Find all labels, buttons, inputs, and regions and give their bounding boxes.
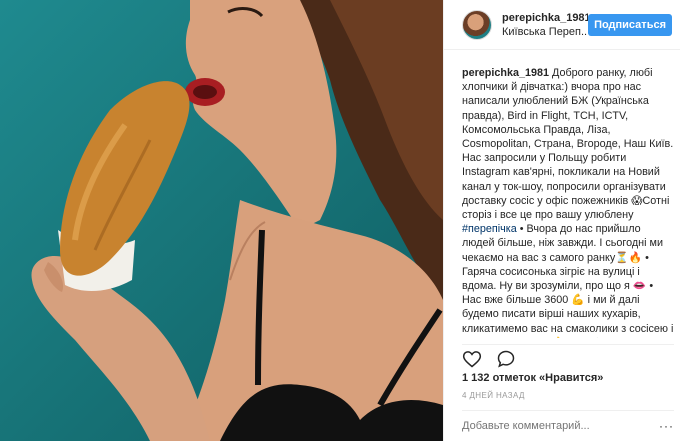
caption-username[interactable]: perepichka_1981 xyxy=(462,67,549,79)
header-username[interactable]: perepichka_1981 xyxy=(502,12,588,24)
post-actions xyxy=(462,344,674,369)
post-sidebar: perepichka_1981 Київська Переп... Подпис… xyxy=(443,0,680,441)
caption-text-part-1: Доброго ранку, любі хлопчики й дівчатка:… xyxy=(462,67,674,222)
caption-text-part-2: • Вчора до нас прийшло людей більше, ніж… xyxy=(462,223,674,338)
heart-icon[interactable] xyxy=(462,349,482,369)
post-date[interactable]: 4 ДНЕЙ НАЗАД xyxy=(462,391,525,400)
post-header: perepichka_1981 Київська Переп... Подпис… xyxy=(444,0,680,50)
header-text: perepichka_1981 Київська Переп... xyxy=(502,12,588,38)
post-caption: perepichka_1981 Доброго ранку, любі хлоп… xyxy=(462,66,674,338)
instagram-post: perepichka_1981 Київська Переп... Подпис… xyxy=(0,0,680,441)
comment-input[interactable] xyxy=(462,420,652,432)
comment-icon[interactable] xyxy=(496,349,516,369)
header-location[interactable]: Київська Переп... xyxy=(502,26,588,38)
post-photo[interactable] xyxy=(0,0,443,441)
follow-button[interactable]: Подписаться xyxy=(588,13,672,36)
more-options-icon[interactable]: ··· xyxy=(659,419,674,433)
likes-count[interactable]: 1 132 отметок «Нравится» xyxy=(462,372,603,384)
caption-hashtag[interactable]: #перепічка xyxy=(462,223,517,235)
avatar[interactable] xyxy=(462,9,492,40)
post-photo-illustration xyxy=(31,0,443,441)
comment-row: ··· xyxy=(462,410,674,441)
